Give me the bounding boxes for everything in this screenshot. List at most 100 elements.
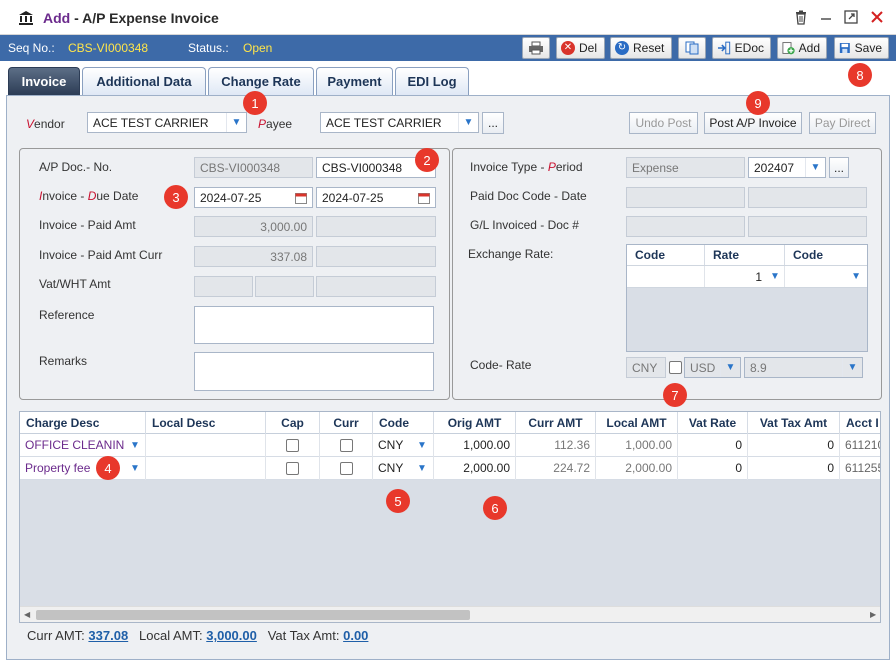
paid-amt-field: 3,000.00: [194, 216, 313, 237]
import-icon: [717, 41, 731, 55]
refresh-icon: ↻: [615, 41, 629, 55]
close-icon[interactable]: [869, 9, 885, 25]
vat-tax-total[interactable]: 0.00: [343, 628, 368, 643]
curr-cell[interactable]: [320, 434, 373, 457]
tab-payment[interactable]: Payment: [316, 67, 393, 95]
scrollbar-thumb[interactable]: [36, 610, 470, 620]
post-invoice-button[interactable]: Post A/P Invoice: [704, 112, 802, 134]
calendar-icon[interactable]: [418, 192, 430, 204]
col-charge-desc[interactable]: Charge Desc: [20, 412, 146, 434]
cap-cell[interactable]: [266, 457, 320, 480]
local-desc-cell[interactable]: [146, 434, 266, 457]
col-code[interactable]: Code: [373, 412, 434, 434]
vat-tax-cell[interactable]: 0: [748, 457, 840, 480]
cap-cell[interactable]: [266, 434, 320, 457]
scroll-right-icon[interactable]: ▶: [870, 610, 876, 619]
remarks-field[interactable]: [194, 352, 434, 391]
curr-amt-total[interactable]: 337.08: [88, 628, 128, 643]
acct-cell[interactable]: 611210: [840, 434, 880, 457]
code-rate-currency: CNY: [626, 357, 666, 378]
table-row[interactable]: Property fee ▼ CNY ▼ 2,000.00 224.72 2,0…: [20, 457, 880, 480]
reference-field[interactable]: [194, 306, 434, 344]
ex-header-code: Code: [627, 245, 705, 265]
vat-rate-cell[interactable]: 0: [678, 434, 748, 457]
doc-no-label: A/P Doc.- No.: [39, 160, 113, 174]
copy-button[interactable]: [678, 37, 706, 59]
ex-cell-code[interactable]: [627, 266, 705, 287]
col-vat-tax-amt[interactable]: Vat Tax Amt: [748, 412, 840, 434]
vat-tax-cell[interactable]: 0: [748, 434, 840, 457]
code-rate-label: Code- Rate: [470, 358, 532, 372]
add-button[interactable]: Add: [777, 37, 827, 59]
due-date-field[interactable]: 2024-07-25: [316, 187, 436, 208]
invoice-type-field: Expense: [626, 157, 745, 178]
orig-amt-cell[interactable]: 2,000.00: [434, 457, 516, 480]
orig-amt-cell[interactable]: 1,000.00: [434, 434, 516, 457]
code-rate-currency-select[interactable]: USD ▼: [684, 357, 741, 378]
totals-bar: Curr AMT: 337.08 Local AMT: 3,000.00 Vat…: [27, 628, 369, 643]
col-curr[interactable]: Curr: [320, 412, 373, 434]
ex-cell-rate[interactable]: 1 ▼: [705, 266, 785, 287]
annotation-marker: 9: [746, 91, 770, 115]
cap-checkbox[interactable]: [286, 462, 299, 475]
save-icon: [839, 43, 850, 53]
invoice-date-field[interactable]: 2024-07-25: [194, 187, 313, 208]
chevron-down-icon[interactable]: ▼: [126, 459, 144, 478]
payee-lookup-button[interactable]: ...: [482, 112, 504, 134]
horizontal-scrollbar[interactable]: ◀ ▶: [20, 606, 880, 622]
reset-button[interactable]: ↻ Reset: [610, 37, 672, 59]
vat-field-2: [255, 276, 314, 297]
curr-checkbox[interactable]: [339, 439, 353, 452]
exchange-grid-row[interactable]: 1 ▼ ▼: [627, 266, 867, 288]
tab-edi-log[interactable]: EDI Log: [395, 67, 469, 95]
charges-grid: Charge Desc Local Desc Cap Curr Code Ori…: [19, 411, 881, 623]
calendar-icon[interactable]: [295, 192, 307, 204]
save-button[interactable]: Save: [834, 37, 889, 59]
curr-amt-cell: 224.72: [516, 457, 596, 480]
curr-cell[interactable]: [320, 457, 373, 480]
undo-post-button[interactable]: Undo Post: [629, 112, 698, 134]
maximize-icon[interactable]: [843, 9, 859, 25]
local-amt-cell: 2,000.00: [596, 457, 678, 480]
payee-select[interactable]: ACE TEST CARRIER ▼: [320, 112, 479, 133]
col-local-desc[interactable]: Local Desc: [146, 412, 266, 434]
vendor-select[interactable]: ACE TEST CARRIER ▼: [87, 112, 247, 133]
pay-direct-button[interactable]: Pay Direct: [809, 112, 876, 134]
tab-change-rate[interactable]: Change Rate: [208, 67, 314, 95]
del-button[interactable]: ✕ Del: [556, 37, 605, 59]
chevron-down-icon: ▼: [720, 358, 740, 377]
edoc-button[interactable]: EDoc: [712, 37, 771, 59]
local-desc-cell[interactable]: [146, 457, 266, 480]
minimize-icon[interactable]: [818, 9, 834, 25]
ex-cell-code-2[interactable]: ▼: [785, 266, 867, 287]
col-local-amt[interactable]: Local AMT: [596, 412, 678, 434]
chevron-down-icon: ▼: [842, 358, 862, 377]
code-rate-rate-select[interactable]: 8.9 ▼: [744, 357, 863, 378]
exchange-rate-label: Exchange Rate:: [468, 247, 554, 261]
period-select[interactable]: 202407 ▼: [748, 157, 826, 178]
scroll-left-icon[interactable]: ◀: [24, 610, 30, 619]
chevron-down-icon[interactable]: ▼: [126, 436, 144, 455]
vat-rate-cell[interactable]: 0: [678, 457, 748, 480]
acct-cell[interactable]: 611255: [840, 457, 880, 480]
curr-checkbox[interactable]: [339, 462, 353, 475]
local-amt-total[interactable]: 3,000.00: [206, 628, 257, 643]
col-orig-amt[interactable]: Orig AMT: [434, 412, 516, 434]
col-acct[interactable]: Acct I: [840, 412, 880, 434]
printer-icon: [529, 41, 543, 55]
print-button[interactable]: [522, 37, 550, 59]
tab-invoice[interactable]: Invoice: [8, 67, 80, 95]
period-lookup-button[interactable]: ...: [829, 157, 849, 178]
chevron-down-icon: ▼: [805, 158, 825, 177]
code-rate-checkbox[interactable]: [669, 361, 682, 374]
col-curr-amt[interactable]: Curr AMT: [516, 412, 596, 434]
chevron-down-icon[interactable]: ▼: [413, 459, 431, 478]
table-row[interactable]: OFFICE CLEANIN ▼ CNY ▼ 1,000.00 112.36 1…: [20, 434, 880, 457]
col-cap[interactable]: Cap: [266, 412, 320, 434]
chevron-down-icon[interactable]: ▼: [413, 436, 431, 455]
tab-additional-data[interactable]: Additional Data: [82, 67, 206, 95]
cap-checkbox[interactable]: [286, 439, 299, 452]
trash-icon[interactable]: [793, 9, 809, 25]
col-vat-rate[interactable]: Vat Rate: [678, 412, 748, 434]
paid-doc-date-field: [748, 187, 867, 208]
